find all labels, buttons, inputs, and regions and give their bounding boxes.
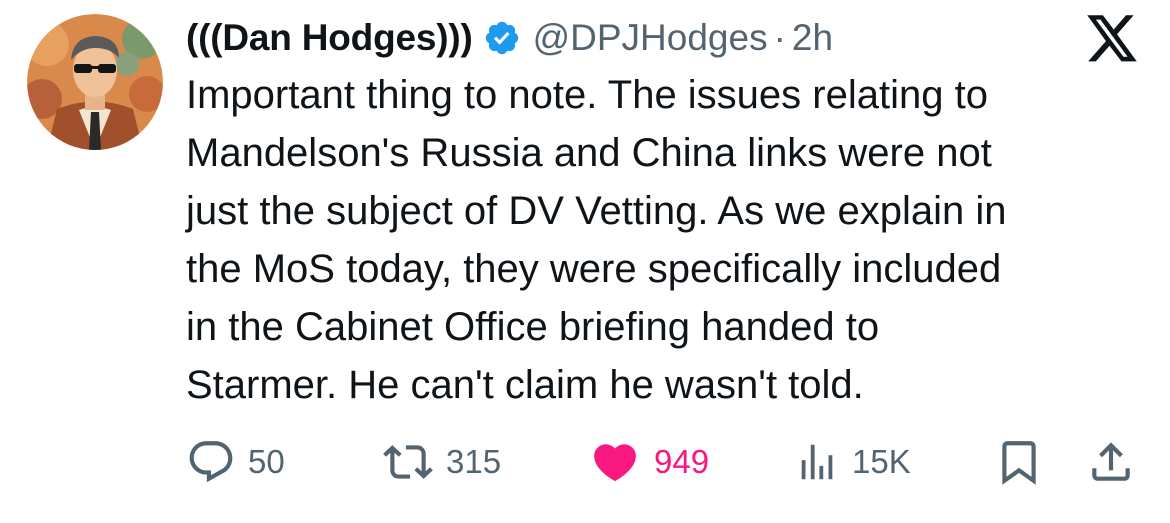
repost-count: 315 [446,443,502,480]
heart-icon [588,437,642,487]
tweet-text: Important thing to note. The issues rela… [186,73,1007,407]
bookmark-button[interactable] [994,432,1044,492]
share-button[interactable] [1086,432,1136,492]
like-button[interactable]: 949 [588,432,709,492]
share-icon [1086,437,1136,487]
tweet-actions: 50 315 949 15K [0,432,1170,492]
views-count: 15K [852,443,911,480]
separator-dot: · [773,17,786,58]
tweet-card[interactable]: (((Dan Hodges))) @DPJHodges · 2h Importa… [0,0,1170,523]
repost-button[interactable]: 315 [382,432,501,492]
repost-icon [382,437,434,487]
bookmark-icon [994,437,1044,487]
author-handle[interactable]: @DPJHodges [533,17,768,59]
x-logo-icon [1085,15,1139,65]
author-display-name[interactable]: (((Dan Hodges))) [186,17,473,59]
views-button[interactable]: 15K [794,432,911,492]
reply-count: 50 [248,443,285,480]
verified-badge-icon [483,19,521,57]
reply-button[interactable]: 50 [186,432,285,492]
like-count: 949 [654,443,710,480]
avatar[interactable] [27,14,163,150]
tweet-header: (((Dan Hodges))) @DPJHodges · 2h [186,12,833,64]
reply-icon [186,437,236,487]
tweet-timestamp[interactable]: 2h [792,17,833,59]
analytics-icon [794,437,840,487]
